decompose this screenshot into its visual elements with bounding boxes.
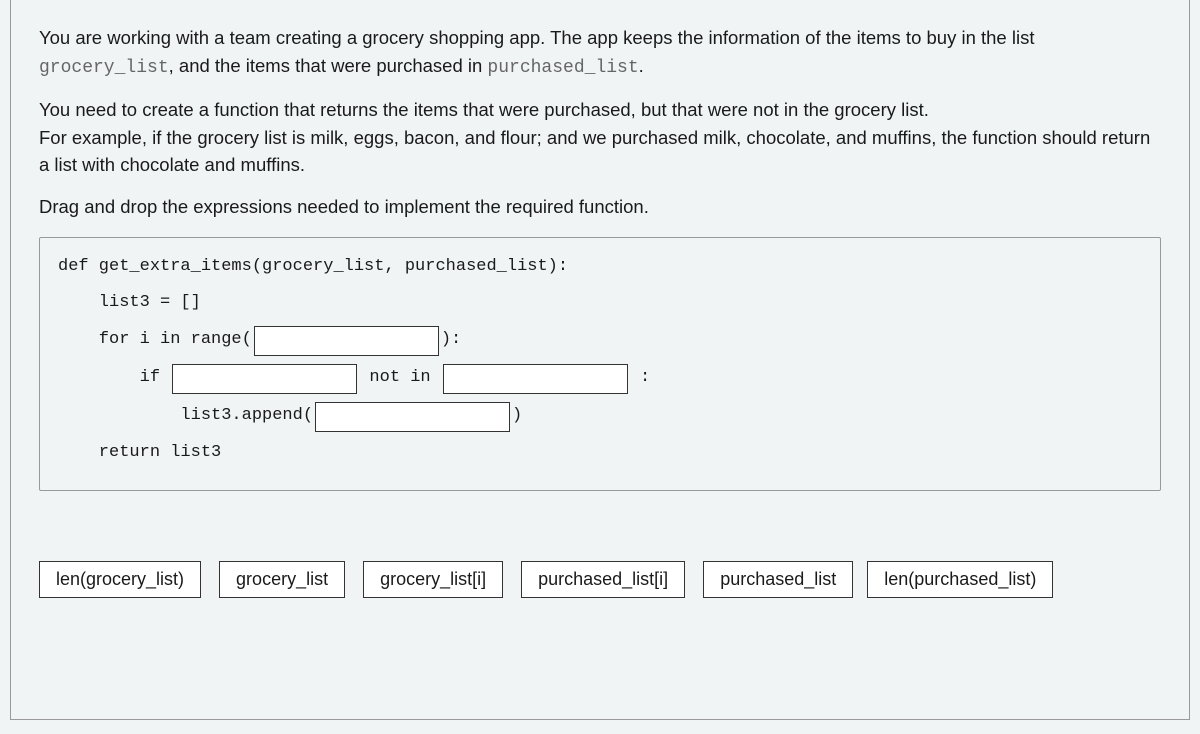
code-editor-area: def get_extra_items(grocery_list, purcha… (39, 237, 1161, 491)
code-grocery-list: grocery_list (39, 58, 169, 78)
tile-row: len(purchased_list) (867, 561, 1053, 598)
code-line: for i in range( ): (58, 326, 1142, 356)
tile-len-grocery-list[interactable]: len(grocery_list) (39, 561, 201, 598)
code-purchased-list: purchased_list (487, 58, 638, 78)
code-text: ) (512, 404, 522, 429)
code-line: list3 = [] (58, 290, 1142, 318)
text: , and the items that were purchased in (169, 55, 488, 76)
drop-slot-if-left[interactable] (172, 364, 357, 394)
text: For example, if the grocery list is milk… (39, 127, 1150, 176)
drop-slot-range[interactable] (254, 326, 439, 356)
code-line: if not in : (58, 364, 1142, 394)
tile-purchased-list[interactable]: purchased_list (703, 561, 853, 598)
tile-len-purchased-list[interactable]: len(purchased_list) (867, 561, 1053, 598)
code-text: list3 = [] (58, 291, 201, 316)
drop-slot-if-right[interactable] (443, 364, 628, 394)
code-line: return list3 (58, 440, 1142, 468)
instruction-paragraph-3: Drag and drop the expressions needed to … (39, 193, 1161, 221)
code-text: if (58, 366, 170, 391)
tile-bank: len(grocery_list) grocery_list grocery_l… (39, 561, 1161, 616)
code-text: ): (441, 328, 461, 353)
text: You need to create a function that retur… (39, 99, 929, 120)
drop-slot-append[interactable] (315, 402, 510, 432)
tile-grocery-list-i[interactable]: grocery_list[i] (363, 561, 503, 598)
tile-row: len(grocery_list) grocery_list grocery_l… (39, 561, 853, 598)
code-text: not in (359, 366, 441, 391)
instruction-paragraph-2: You need to create a function that retur… (39, 96, 1161, 179)
text: . (639, 55, 644, 76)
tile-purchased-list-i[interactable]: purchased_list[i] (521, 561, 685, 598)
code-text: return list3 (58, 441, 221, 466)
instruction-paragraph-1: You are working with a team creating a g… (39, 24, 1161, 82)
text: You are working with a team creating a g… (39, 27, 1034, 48)
code-text: for i in range( (58, 328, 252, 353)
code-text: list3.append( (58, 404, 313, 429)
code-text: def get_extra_items(grocery_list, purcha… (58, 255, 568, 280)
code-line: list3.append( ) (58, 402, 1142, 432)
code-text: : (630, 366, 650, 391)
tile-grocery-list[interactable]: grocery_list (219, 561, 345, 598)
instructions-block: You are working with a team creating a g… (39, 24, 1161, 221)
code-line: def get_extra_items(grocery_list, purcha… (58, 254, 1142, 282)
question-container: You are working with a team creating a g… (10, 0, 1190, 720)
